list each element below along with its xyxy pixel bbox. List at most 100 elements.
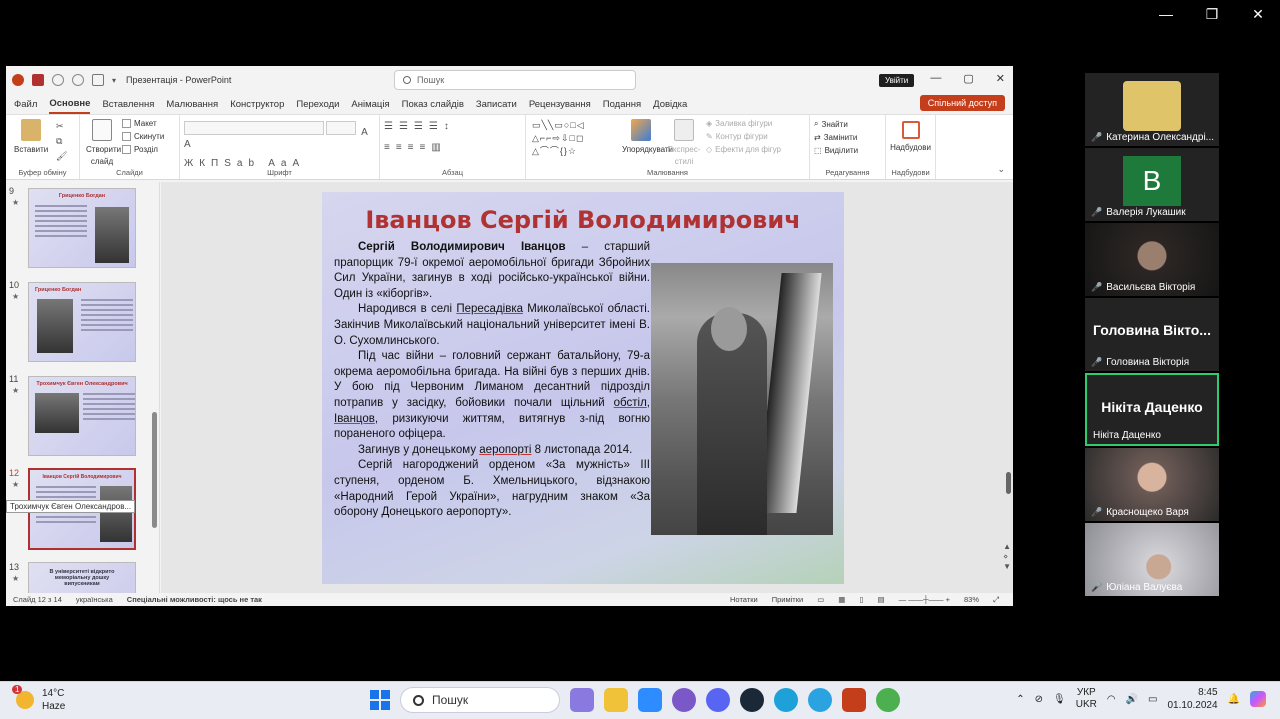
save-icon[interactable] <box>32 74 44 86</box>
copilot-icon[interactable] <box>1250 691 1266 707</box>
paste-button[interactable]: Вставити <box>14 119 48 155</box>
cut-icon[interactable]: ✂ <box>56 119 67 134</box>
undo-icon[interactable] <box>52 74 64 86</box>
microphone-icon[interactable]: 🎙 <box>1053 694 1066 705</box>
participant-tile[interactable]: 🎤 Катерина Олександрі... <box>1085 73 1219 146</box>
view-normal-icon[interactable]: ▭ <box>817 595 824 604</box>
chrome-icon[interactable] <box>876 688 900 712</box>
notes-button[interactable]: Нотатки <box>730 595 758 604</box>
participant-tile-active-speaker[interactable]: Нікіта Даценко Нікіта Даценко <box>1085 373 1219 446</box>
shape-effects-button[interactable]: ◇ Ефекти для фігур <box>706 145 781 154</box>
tab-animations[interactable]: Анімація <box>351 96 389 113</box>
new-slide-button[interactable]: Створити слайд <box>86 119 121 167</box>
ppt-maximize-button[interactable]: ▢ <box>963 72 973 85</box>
restore-button[interactable]: ❐ <box>1202 6 1222 23</box>
tab-insert[interactable]: Вставлення <box>102 96 154 113</box>
participant-tile[interactable]: Головина Вікто... 🎤 Головина Вікторія <box>1085 298 1219 371</box>
current-slide[interactable]: Іванцов Сергій Володимирович Сергій Воло… <box>322 192 844 584</box>
font-family-select[interactable] <box>184 121 324 135</box>
taskbar-search[interactable]: Пошук <box>400 687 560 713</box>
chevron-up-icon[interactable]: ⌃ <box>1016 694 1024 705</box>
steam-icon[interactable] <box>740 688 764 712</box>
addins-button[interactable]: Надбудови <box>890 121 931 153</box>
fit-slide-icon[interactable]: ⤢ <box>993 595 999 605</box>
sign-in-button[interactable]: Увійти <box>879 74 915 87</box>
close-button[interactable]: ✕ <box>1248 6 1268 23</box>
tab-record[interactable]: Записати <box>476 96 517 113</box>
file-explorer-icon[interactable] <box>604 688 628 712</box>
slide-nav-icons[interactable]: ▲ ⋄ ▼ <box>1003 542 1011 572</box>
viber-icon[interactable] <box>672 688 696 712</box>
thumbnail-slide-13[interactable]: В університеті відкрито меморіальну дошк… <box>28 562 136 594</box>
comments-button[interactable]: Примітки <box>772 595 803 604</box>
slide-photo[interactable] <box>651 263 833 535</box>
quick-styles-button[interactable]: Експрес-стилі <box>666 119 702 167</box>
discord-icon[interactable] <box>706 688 730 712</box>
battery-icon[interactable]: ▭ <box>1148 694 1157 705</box>
tab-transitions[interactable]: Переходи <box>296 96 339 113</box>
thumbnail-slide-9[interactable]: Гриценко Богдан <box>28 188 136 268</box>
thumbnail-slide-10[interactable]: Гриценко Богдан <box>28 282 136 362</box>
network-icon[interactable]: ⊘ <box>1035 694 1043 705</box>
slide-body-text[interactable]: Сергій Володимирович Іванцов – старший п… <box>334 240 650 521</box>
windows-start-icon[interactable] <box>370 690 390 710</box>
participant-tile[interactable]: 🎤 Юліана Валуєва <box>1085 523 1219 596</box>
tab-file[interactable]: Файл <box>14 96 37 113</box>
language-indicator[interactable]: українська <box>76 595 113 604</box>
arrange-button[interactable]: Упорядкувати <box>622 119 673 155</box>
telegram-icon[interactable] <box>808 688 832 712</box>
ribbon-search[interactable]: Пошук <box>394 70 636 90</box>
wifi-icon[interactable]: ◠ <box>1107 694 1116 705</box>
thumbnails-scrollbar[interactable] <box>152 412 157 528</box>
replace-button[interactable]: ⇄ Замінити <box>814 133 881 142</box>
ppt-minimize-button[interactable]: — <box>930 72 941 85</box>
accessibility-status[interactable]: Спеціальні можливості: щось не так <box>127 595 262 604</box>
shapes-gallery[interactable]: ▭╲╲▭○□◁ △⌐⌐⇨⇩□◻ △⌒⌒{}☆ <box>532 119 616 158</box>
copy-icon[interactable]: ⧉ <box>56 134 67 149</box>
slide-scrollbar[interactable] <box>1006 472 1011 494</box>
shape-outline-button[interactable]: ✎ Контур фігури <box>706 132 781 141</box>
tab-help[interactable]: Довідка <box>653 96 687 113</box>
customize-qat-icon[interactable]: ▾ <box>112 76 116 85</box>
task-view-icon[interactable] <box>570 688 594 712</box>
list-icons[interactable]: ☰☰☰☰↕ <box>384 121 521 132</box>
participant-tile[interactable]: 🎤 Краснощеко Варя <box>1085 448 1219 521</box>
redo-icon[interactable] <box>72 74 84 86</box>
layout-button[interactable]: Макет <box>122 119 164 128</box>
tab-draw[interactable]: Малювання <box>166 96 218 113</box>
language-switcher[interactable]: УКР UKR <box>1076 687 1097 711</box>
tab-home[interactable]: Основне <box>49 95 91 114</box>
weather-widget[interactable]: 1 14°C Haze <box>12 685 65 713</box>
align-icons[interactable]: ≡≡≡≡▥ <box>384 142 521 153</box>
zoom-level[interactable]: 83% <box>964 595 979 604</box>
shape-fill-button[interactable]: ◈ Заливка фігури <box>706 119 781 128</box>
zoom-slider[interactable]: — ——┼—— + <box>899 595 950 604</box>
minimize-button[interactable]: — <box>1156 6 1176 23</box>
volume-icon[interactable]: 🔊 <box>1126 694 1138 705</box>
format-painter-icon[interactable]: 🖌 <box>56 149 67 164</box>
view-reading-icon[interactable]: ▯ <box>859 595 863 604</box>
ppt-close-button[interactable]: ✕ <box>996 72 1005 85</box>
participant-tile[interactable]: 🎤 Васильєва Вікторія <box>1085 223 1219 296</box>
tab-design[interactable]: Конструктор <box>230 96 284 113</box>
clock[interactable]: 8:45 01.10.2024 <box>1167 686 1217 712</box>
present-icon[interactable] <box>92 74 104 86</box>
tab-slideshow[interactable]: Показ слайдів <box>402 96 464 113</box>
font-size-select[interactable] <box>326 121 356 135</box>
view-slideshow-icon[interactable]: ▤ <box>878 595 885 604</box>
view-sorter-icon[interactable]: ▦ <box>838 595 845 604</box>
slide-title[interactable]: Іванцов Сергій Володимирович <box>322 206 844 234</box>
select-button[interactable]: ⬚ Виділити <box>814 146 881 155</box>
notifications-bell-icon[interactable]: 🔔 <box>1228 694 1240 705</box>
powerpoint-icon[interactable] <box>842 688 866 712</box>
collapse-ribbon-icon[interactable]: ⌄ <box>997 164 1005 175</box>
share-button[interactable]: Спільний доступ <box>919 95 1005 111</box>
zoom-app-icon[interactable] <box>638 688 662 712</box>
edge-icon[interactable] <box>774 688 798 712</box>
find-button[interactable]: ⌕ Знайти <box>814 119 881 129</box>
sections-button[interactable]: Розділ <box>122 145 164 154</box>
thumbnail-slide-11[interactable]: Трохимчук Євген Олександрович <box>28 376 136 456</box>
tab-view[interactable]: Подання <box>603 96 641 113</box>
reset-button[interactable]: Скинути <box>122 132 164 141</box>
tab-review[interactable]: Рецензування <box>529 96 591 113</box>
